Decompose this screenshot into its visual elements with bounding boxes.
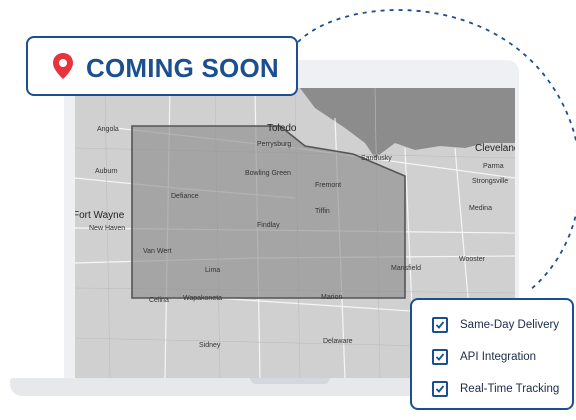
map-city-label: Angola xyxy=(97,126,119,133)
map-city-label: Medina xyxy=(469,205,492,212)
map-city-label: Bowling Green xyxy=(245,170,291,177)
checkbox-checked-icon xyxy=(432,317,448,333)
map-city-label: Cleveland xyxy=(475,143,515,154)
map-city-label: Parma xyxy=(483,163,504,170)
map-city-label: Findlay xyxy=(257,222,280,229)
map-city-label: Delaware xyxy=(323,338,353,345)
feature-item: Real-Time Tracking xyxy=(432,380,559,398)
map-city-label: Wapakoneta xyxy=(183,295,223,302)
checkbox-checked-icon xyxy=(432,349,448,365)
checkbox-checked-icon xyxy=(432,381,448,397)
map-city-label: Toledo xyxy=(267,123,297,134)
map-city-label: Van Wert xyxy=(143,248,172,255)
coming-soon-text: COMING SOON xyxy=(86,53,279,83)
map-city-label: Fort Wayne xyxy=(75,210,125,221)
map-city-label: Celina xyxy=(149,297,169,304)
map-city-label: Wooster xyxy=(459,256,485,263)
laptop-base-notch xyxy=(250,378,330,384)
features-card: Same-Day Delivery API Integration Real-T… xyxy=(410,298,574,410)
coming-soon-badge: COMING SOON xyxy=(26,36,298,96)
location-pin-icon xyxy=(53,53,73,79)
map-city-label: Tiffin xyxy=(315,208,330,215)
map-city-label: Fremont xyxy=(315,182,342,189)
map-city-label: Sidney xyxy=(199,342,221,349)
map-city-label: Auburn xyxy=(95,168,118,175)
map-city-label: Sandusky xyxy=(361,155,392,162)
map-city-label: New Haven xyxy=(89,225,126,232)
map-city-label: Mansfield xyxy=(391,265,421,272)
map-city-label: Defiance xyxy=(171,193,199,200)
feature-label: API Integration xyxy=(460,351,537,363)
feature-item: API Integration xyxy=(432,348,536,366)
map-city-label: Lima xyxy=(205,267,221,274)
feature-label: Real-Time Tracking xyxy=(460,383,560,395)
map-city-label: Marion xyxy=(321,294,343,301)
map-city-label: Perrysburg xyxy=(257,141,292,148)
feature-label: Same-Day Delivery xyxy=(460,319,560,331)
map-city-label: Strongsville xyxy=(472,178,509,185)
feature-item: Same-Day Delivery xyxy=(432,316,559,334)
